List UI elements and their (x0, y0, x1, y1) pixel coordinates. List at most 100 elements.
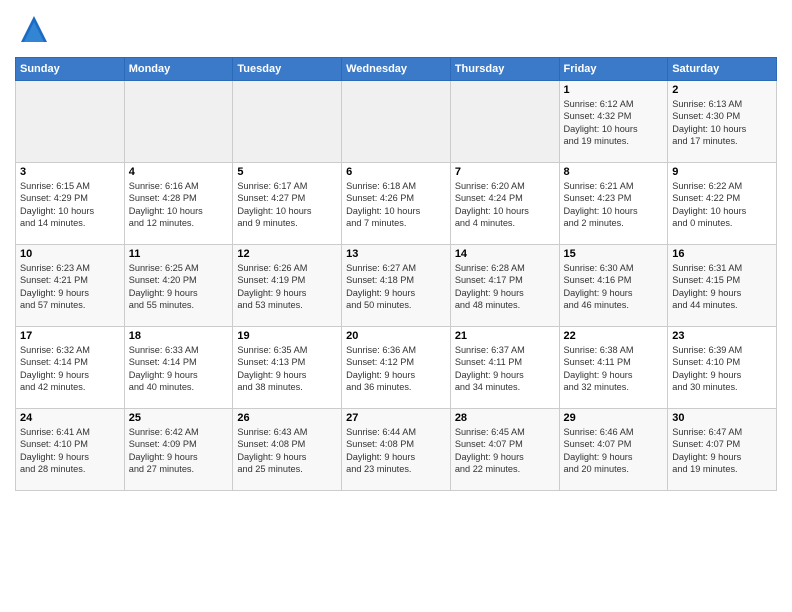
day-info: Sunrise: 6:30 AM Sunset: 4:16 PM Dayligh… (564, 262, 664, 312)
day-cell: 27 Sunrise: 6:44 AM Sunset: 4:08 PM Dayli… (342, 409, 451, 491)
day-cell: 29 Sunrise: 6:46 AM Sunset: 4:07 PM Dayli… (559, 409, 668, 491)
page: SundayMondayTuesdayWednesdayThursdayFrid… (0, 0, 792, 612)
day-info: Sunrise: 6:37 AM Sunset: 4:11 PM Dayligh… (455, 344, 555, 394)
day-number: 23 (672, 330, 772, 342)
header-row: SundayMondayTuesdayWednesdayThursdayFrid… (16, 58, 777, 81)
day-number: 22 (564, 330, 664, 342)
day-number: 25 (129, 412, 229, 424)
col-header-saturday: Saturday (668, 58, 777, 81)
day-info: Sunrise: 6:18 AM Sunset: 4:26 PM Dayligh… (346, 180, 446, 230)
day-number: 11 (129, 248, 229, 260)
day-number: 1 (564, 84, 664, 96)
day-cell: 23 Sunrise: 6:39 AM Sunset: 4:10 PM Dayli… (668, 327, 777, 409)
day-number: 28 (455, 412, 555, 424)
day-cell: 11 Sunrise: 6:25 AM Sunset: 4:20 PM Dayli… (124, 245, 233, 327)
day-cell: 22 Sunrise: 6:38 AM Sunset: 4:11 PM Dayli… (559, 327, 668, 409)
day-info: Sunrise: 6:12 AM Sunset: 4:32 PM Dayligh… (564, 98, 664, 148)
day-cell: 4 Sunrise: 6:16 AM Sunset: 4:28 PM Daylig… (124, 163, 233, 245)
day-number: 24 (20, 412, 120, 424)
col-header-friday: Friday (559, 58, 668, 81)
day-cell (450, 81, 559, 163)
day-info: Sunrise: 6:38 AM Sunset: 4:11 PM Dayligh… (564, 344, 664, 394)
col-header-sunday: Sunday (16, 58, 125, 81)
week-row-2: 3 Sunrise: 6:15 AM Sunset: 4:29 PM Daylig… (16, 163, 777, 245)
day-cell: 7Sunrise: 6:20 AM Sunset: 4:24 PM Daylig… (450, 163, 559, 245)
day-number: 4 (129, 166, 229, 178)
day-number: 14 (455, 248, 555, 260)
day-info: Sunrise: 6:32 AM Sunset: 4:14 PM Dayligh… (20, 344, 120, 394)
day-info: Sunrise: 6:25 AM Sunset: 4:20 PM Dayligh… (129, 262, 229, 312)
day-cell: 17 Sunrise: 6:32 AM Sunset: 4:14 PM Dayli… (16, 327, 125, 409)
day-number: 27 (346, 412, 446, 424)
day-number: 8 (564, 166, 664, 178)
day-cell: 9Sunrise: 6:22 AM Sunset: 4:22 PM Daylig… (668, 163, 777, 245)
day-cell: 25Sunrise: 6:42 AM Sunset: 4:09 PM Dayli… (124, 409, 233, 491)
day-cell: 10 Sunrise: 6:23 AM Sunset: 4:21 PM Dayli… (16, 245, 125, 327)
day-cell: 13 Sunrise: 6:27 AM Sunset: 4:18 PM Dayli… (342, 245, 451, 327)
day-info: Sunrise: 6:35 AM Sunset: 4:13 PM Dayligh… (237, 344, 337, 394)
day-cell: 30Sunrise: 6:47 AM Sunset: 4:07 PM Dayli… (668, 409, 777, 491)
day-cell: 3 Sunrise: 6:15 AM Sunset: 4:29 PM Daylig… (16, 163, 125, 245)
day-cell: 20Sunrise: 6:36 AM Sunset: 4:12 PM Dayli… (342, 327, 451, 409)
day-number: 13 (346, 248, 446, 260)
day-info: Sunrise: 6:31 AM Sunset: 4:15 PM Dayligh… (672, 262, 772, 312)
day-number: 10 (20, 248, 120, 260)
week-row-3: 10 Sunrise: 6:23 AM Sunset: 4:21 PM Dayli… (16, 245, 777, 327)
day-info: Sunrise: 6:15 AM Sunset: 4:29 PM Dayligh… (20, 180, 120, 230)
day-info: Sunrise: 6:36 AM Sunset: 4:12 PM Dayligh… (346, 344, 446, 394)
day-info: Sunrise: 6:46 AM Sunset: 4:07 PM Dayligh… (564, 426, 664, 476)
day-info: Sunrise: 6:17 AM Sunset: 4:27 PM Dayligh… (237, 180, 337, 230)
day-cell (16, 81, 125, 163)
day-number: 2 (672, 84, 772, 96)
day-cell: 15 Sunrise: 6:30 AM Sunset: 4:16 PM Dayli… (559, 245, 668, 327)
day-number: 3 (20, 166, 120, 178)
col-header-tuesday: Tuesday (233, 58, 342, 81)
day-number: 19 (237, 330, 337, 342)
day-info: Sunrise: 6:41 AM Sunset: 4:10 PM Dayligh… (20, 426, 120, 476)
day-info: Sunrise: 6:39 AM Sunset: 4:10 PM Dayligh… (672, 344, 772, 394)
day-number: 17 (20, 330, 120, 342)
day-info: Sunrise: 6:27 AM Sunset: 4:18 PM Dayligh… (346, 262, 446, 312)
day-cell (342, 81, 451, 163)
day-cell: 28 Sunrise: 6:45 AM Sunset: 4:07 PM Dayli… (450, 409, 559, 491)
day-cell (233, 81, 342, 163)
week-row-4: 17 Sunrise: 6:32 AM Sunset: 4:14 PM Dayli… (16, 327, 777, 409)
day-info: Sunrise: 6:26 AM Sunset: 4:19 PM Dayligh… (237, 262, 337, 312)
day-info: Sunrise: 6:22 AM Sunset: 4:22 PM Dayligh… (672, 180, 772, 230)
calendar-table: SundayMondayTuesdayWednesdayThursdayFrid… (15, 57, 777, 491)
day-number: 21 (455, 330, 555, 342)
day-cell: 16 Sunrise: 6:31 AM Sunset: 4:15 PM Dayli… (668, 245, 777, 327)
logo (15, 14, 49, 49)
day-cell: 14 Sunrise: 6:28 AM Sunset: 4:17 PM Dayli… (450, 245, 559, 327)
day-info: Sunrise: 6:28 AM Sunset: 4:17 PM Dayligh… (455, 262, 555, 312)
day-number: 29 (564, 412, 664, 424)
day-number: 5 (237, 166, 337, 178)
day-info: Sunrise: 6:21 AM Sunset: 4:23 PM Dayligh… (564, 180, 664, 230)
day-number: 16 (672, 248, 772, 260)
day-cell: 18Sunrise: 6:33 AM Sunset: 4:14 PM Dayli… (124, 327, 233, 409)
day-cell: 8 Sunrise: 6:21 AM Sunset: 4:23 PM Daylig… (559, 163, 668, 245)
col-header-wednesday: Wednesday (342, 58, 451, 81)
day-info: Sunrise: 6:47 AM Sunset: 4:07 PM Dayligh… (672, 426, 772, 476)
day-cell: 6 Sunrise: 6:18 AM Sunset: 4:26 PM Daylig… (342, 163, 451, 245)
day-cell: 1 Sunrise: 6:12 AM Sunset: 4:32 PM Daylig… (559, 81, 668, 163)
day-info: Sunrise: 6:23 AM Sunset: 4:21 PM Dayligh… (20, 262, 120, 312)
day-cell: 2 Sunrise: 6:13 AM Sunset: 4:30 PM Daylig… (668, 81, 777, 163)
day-info: Sunrise: 6:44 AM Sunset: 4:08 PM Dayligh… (346, 426, 446, 476)
col-header-monday: Monday (124, 58, 233, 81)
day-number: 15 (564, 248, 664, 260)
day-cell: 26Sunrise: 6:43 AM Sunset: 4:08 PM Dayli… (233, 409, 342, 491)
day-info: Sunrise: 6:16 AM Sunset: 4:28 PM Dayligh… (129, 180, 229, 230)
day-number: 26 (237, 412, 337, 424)
day-info: Sunrise: 6:13 AM Sunset: 4:30 PM Dayligh… (672, 98, 772, 148)
day-cell: 5 Sunrise: 6:17 AM Sunset: 4:27 PM Daylig… (233, 163, 342, 245)
week-row-5: 24 Sunrise: 6:41 AM Sunset: 4:10 PM Dayli… (16, 409, 777, 491)
day-cell: 21 Sunrise: 6:37 AM Sunset: 4:11 PM Dayli… (450, 327, 559, 409)
day-info: Sunrise: 6:45 AM Sunset: 4:07 PM Dayligh… (455, 426, 555, 476)
day-number: 7 (455, 166, 555, 178)
col-header-thursday: Thursday (450, 58, 559, 81)
day-cell: 12Sunrise: 6:26 AM Sunset: 4:19 PM Dayli… (233, 245, 342, 327)
header (15, 10, 777, 49)
day-number: 18 (129, 330, 229, 342)
day-number: 6 (346, 166, 446, 178)
